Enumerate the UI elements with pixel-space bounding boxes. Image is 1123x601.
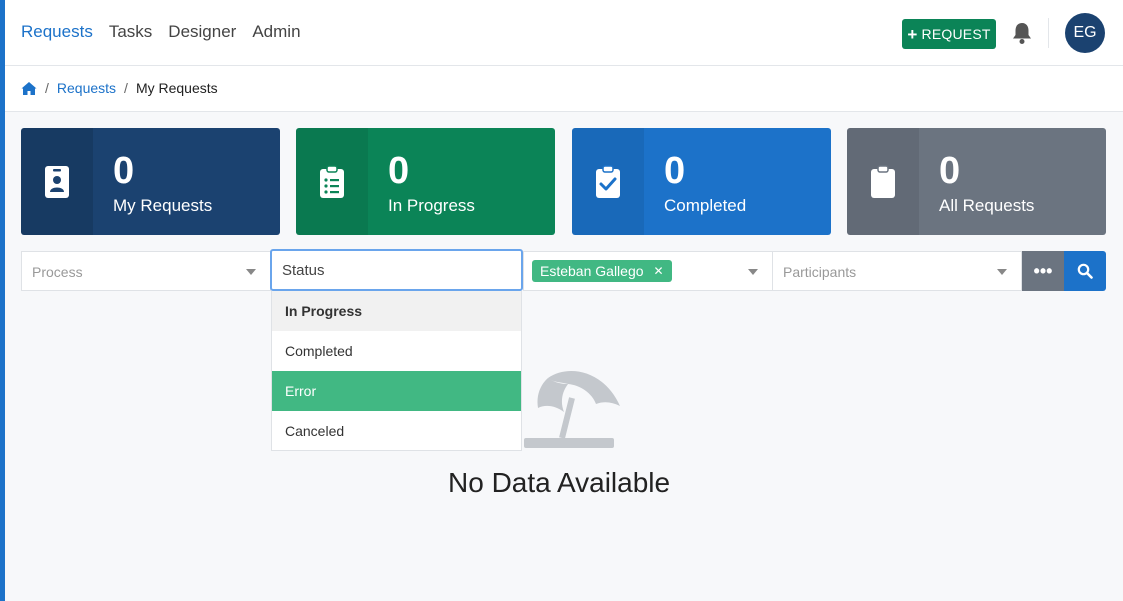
filter-bar: Process Status Esteban Gallego ✕ Partici…: [21, 249, 1106, 291]
chevron-down-icon: [748, 269, 758, 275]
card-label: In Progress: [388, 196, 475, 215]
id-badge-icon: [45, 165, 69, 198]
nav-link-requests[interactable]: Requests: [21, 22, 93, 42]
card-count: 0: [388, 150, 410, 192]
chevron-down-icon: [997, 269, 1007, 275]
status-input-text: Status: [282, 262, 325, 279]
user-avatar[interactable]: EG: [1065, 13, 1105, 53]
status-option-completed[interactable]: Completed: [272, 331, 521, 371]
participants-select[interactable]: Participants: [772, 251, 1022, 291]
breadcrumb-current: My Requests: [135, 80, 218, 96]
process-placeholder: Process: [32, 264, 83, 280]
status-option-in-progress[interactable]: In Progress: [272, 291, 521, 331]
nav-link-tasks[interactable]: Tasks: [109, 22, 152, 42]
chevron-down-icon: [246, 269, 256, 275]
empty-state-message: No Data Available: [448, 467, 671, 498]
beach-umbrella-icon: [524, 371, 620, 448]
breadcrumb-requests-link[interactable]: Requests: [57, 80, 116, 96]
home-icon[interactable]: [21, 81, 37, 96]
card-label: My Requests: [113, 196, 213, 215]
top-navbar: Requests Tasks Designer Admin + REQUEST …: [5, 0, 1123, 66]
bell-icon[interactable]: [1011, 21, 1033, 45]
card-label: Completed: [664, 196, 747, 215]
card-my-requests[interactable]: 0 My Requests: [21, 128, 280, 235]
nav-divider: [1048, 18, 1049, 48]
nav-link-admin[interactable]: Admin: [252, 22, 300, 42]
search-button[interactable]: [1064, 251, 1106, 291]
remove-tag-icon[interactable]: ✕: [654, 264, 664, 278]
more-options-button[interactable]: •••: [1022, 251, 1064, 291]
breadcrumb-separator: /: [124, 80, 128, 96]
card-icon-zone: [847, 128, 919, 235]
status-option-error[interactable]: Error: [272, 371, 521, 411]
new-request-button[interactable]: + REQUEST: [902, 19, 996, 49]
card-count: 0: [939, 150, 961, 192]
breadcrumb-separator: /: [45, 80, 49, 96]
search-icon: [1077, 263, 1093, 279]
nav-link-designer[interactable]: Designer: [168, 22, 236, 42]
card-all-requests[interactable]: 0 All Requests: [847, 128, 1106, 235]
clipboard-check-icon: [596, 164, 620, 198]
card-label: All Requests: [939, 196, 1035, 215]
card-count: 0: [113, 150, 135, 192]
card-in-progress[interactable]: 0 In Progress: [296, 128, 555, 235]
card-count: 0: [664, 150, 686, 192]
status-select-input[interactable]: Status: [270, 249, 523, 291]
new-request-label: REQUEST: [921, 26, 991, 42]
status-option-canceled[interactable]: Canceled: [272, 411, 521, 451]
card-icon-zone: [296, 128, 368, 235]
requester-select[interactable]: Esteban Gallego ✕: [523, 251, 773, 291]
process-select[interactable]: Process: [21, 251, 271, 291]
requester-tag[interactable]: Esteban Gallego ✕: [532, 260, 672, 282]
participants-placeholder: Participants: [783, 264, 857, 280]
main-nav: Requests Tasks Designer Admin: [21, 22, 301, 42]
requester-tag-label: Esteban Gallego: [540, 263, 644, 279]
clipboard-list-icon: [320, 164, 344, 198]
card-icon-zone: [21, 128, 93, 235]
breadcrumb: / Requests / My Requests: [21, 80, 218, 96]
breadcrumb-bar: / Requests / My Requests: [5, 66, 1123, 112]
status-dropdown-menu: In Progress Completed Error Canceled: [271, 291, 522, 451]
ellipsis-icon: •••: [1033, 260, 1053, 281]
plus-icon: +: [907, 24, 918, 44]
card-icon-zone: [572, 128, 644, 235]
card-completed[interactable]: 0 Completed: [572, 128, 831, 235]
clipboard-icon: [871, 164, 895, 198]
